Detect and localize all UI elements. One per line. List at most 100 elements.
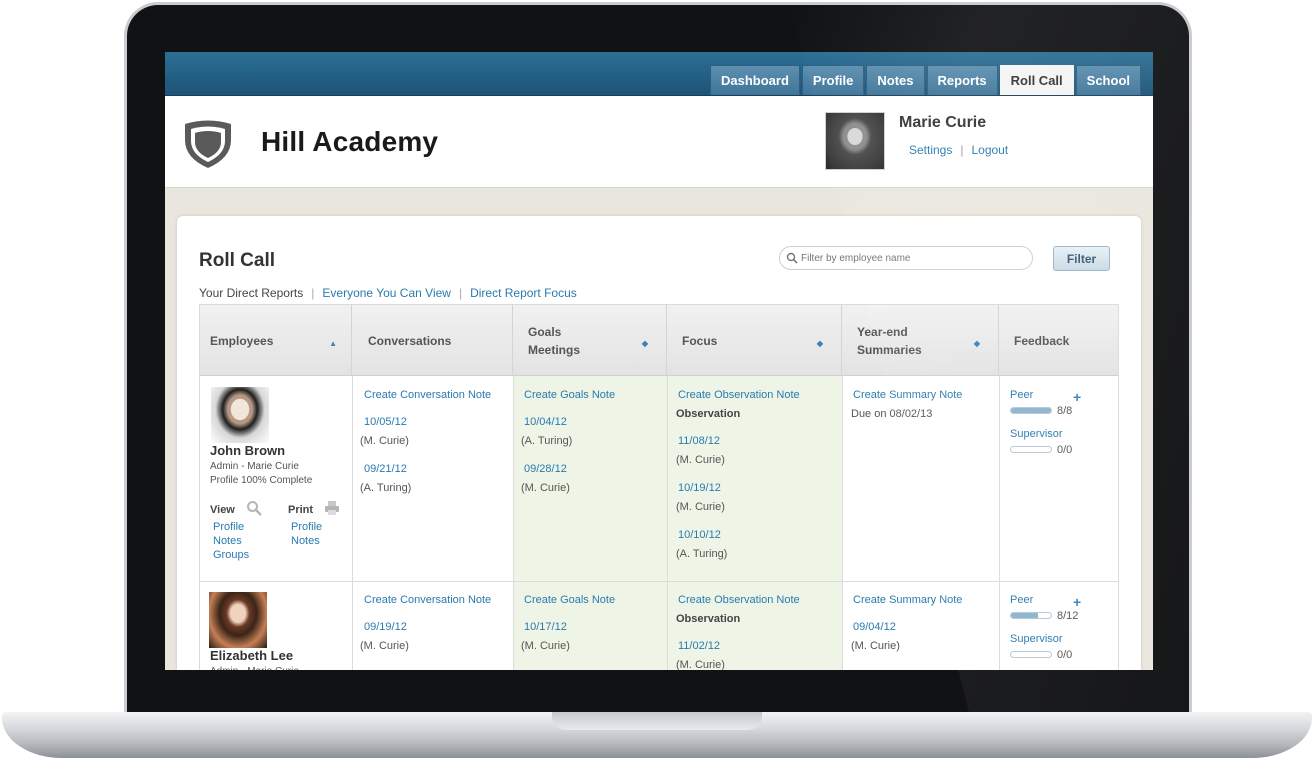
observation-date-link[interactable]: 11/02/12 <box>678 639 720 653</box>
screen: Dashboard Profile Notes Reports Roll Cal… <box>165 52 1153 670</box>
conversation-date-link[interactable]: 09/19/12 <box>364 620 407 634</box>
sort-arrow-icon[interactable]: ◆ <box>642 335 648 353</box>
employee-role: Admin - Marie Curie <box>210 461 299 472</box>
goals-date-link[interactable]: 10/04/12 <box>524 415 567 429</box>
print-profile-link[interactable]: Profile <box>291 520 322 534</box>
view-groups-link[interactable]: Groups <box>213 548 249 562</box>
view-tab-direct-reports[interactable]: Your Direct Reports <box>199 286 303 300</box>
conversation-author: (M. Curie) <box>360 435 409 447</box>
conversation-date-link[interactable]: 10/05/12 <box>364 415 407 429</box>
filter-button[interactable]: Filter <box>1053 246 1110 271</box>
view-notes-link[interactable]: Notes <box>213 534 242 548</box>
settings-link[interactable]: Settings <box>909 143 952 157</box>
shield-logo-icon <box>185 120 231 168</box>
column-header-focus[interactable]: Focus ◆ <box>667 305 842 376</box>
goals-date-link[interactable]: 09/28/12 <box>524 462 567 476</box>
observation-author: (M. Curie) <box>676 454 725 466</box>
conversation-date-link[interactable]: 09/21/12 <box>364 462 407 476</box>
user-avatar[interactable] <box>825 112 885 170</box>
column-header-conversations[interactable]: Conversations <box>352 305 513 376</box>
row-divider <box>200 581 1118 582</box>
roll-call-table: Employees ▲ Conversations Goals Meetings… <box>199 304 1119 670</box>
create-goals-note-link[interactable]: Create Goals Note <box>524 388 615 402</box>
column-header-goals-meetings[interactable]: Goals Meetings ◆ <box>513 305 667 376</box>
tab-school[interactable]: School <box>1075 65 1141 95</box>
top-nav-bar: Dashboard Profile Notes Reports Roll Cal… <box>165 52 1153 96</box>
sort-arrow-icon[interactable]: ▲ <box>329 335 337 353</box>
search-input[interactable] <box>801 252 1021 264</box>
logout-link[interactable]: Logout <box>971 143 1008 157</box>
print-label: Print <box>288 504 314 516</box>
printer-icon[interactable] <box>324 500 340 516</box>
column-divider <box>999 376 1000 670</box>
column-divider <box>513 376 514 670</box>
employee-name[interactable]: John Brown <box>210 444 285 458</box>
column-header-year-end-summaries[interactable]: Year-end Summaries ◆ <box>842 305 999 376</box>
observation-label: Observation <box>676 408 741 420</box>
tab-dashboard[interactable]: Dashboard <box>710 65 800 95</box>
employee-avatar[interactable] <box>209 592 267 648</box>
supervisor-feedback-link[interactable]: Supervisor <box>1010 427 1063 441</box>
plus-icon[interactable]: + <box>1073 594 1081 610</box>
create-summary-note-link[interactable]: Create Summary Note <box>853 388 962 402</box>
create-summary-note-link[interactable]: Create Summary Note <box>853 593 962 607</box>
print-notes-link[interactable]: Notes <box>291 534 320 548</box>
link-separator: | <box>960 143 964 157</box>
summary-due-date: Due on 08/02/13 <box>851 408 933 420</box>
column-header-employees[interactable]: Employees ▲ <box>200 305 352 376</box>
observation-date-link[interactable]: 11/08/12 <box>678 434 720 448</box>
create-observation-note-link[interactable]: Create Observation Note <box>678 388 800 402</box>
peer-progress-fill <box>1011 408 1051 413</box>
tab-reports[interactable]: Reports <box>926 65 998 95</box>
magnifier-icon[interactable] <box>246 500 262 516</box>
profile-status: Profile 100% Complete <box>210 475 313 486</box>
column-header-feedback[interactable]: Feedback <box>999 305 1118 376</box>
supervisor-feedback-link[interactable]: Supervisor <box>1010 632 1063 646</box>
laptop-notch <box>552 712 762 730</box>
column-divider <box>667 376 668 670</box>
observation-label: Observation <box>676 613 741 625</box>
sort-arrow-icon[interactable]: ◆ <box>817 335 823 353</box>
nav-tabs: Dashboard Profile Notes Reports Roll Cal… <box>710 65 1141 95</box>
peer-progress-bar <box>1010 612 1052 619</box>
tab-notes[interactable]: Notes <box>866 65 925 95</box>
create-goals-note-link[interactable]: Create Goals Note <box>524 593 615 607</box>
table-header: Employees ▲ Conversations Goals Meetings… <box>200 305 1118 376</box>
view-profile-link[interactable]: Profile <box>213 520 244 534</box>
peer-progress-fill <box>1011 613 1038 618</box>
peer-feedback-link[interactable]: Peer <box>1010 388 1033 402</box>
view-tab-direct-report-focus[interactable]: Direct Report Focus <box>470 286 577 300</box>
employee-avatar[interactable] <box>211 387 269 443</box>
peer-feedback-link[interactable]: Peer <box>1010 593 1033 607</box>
supervisor-progress-bar <box>1010 651 1052 658</box>
view-label: View <box>210 504 235 516</box>
view-tab-separator: | <box>311 286 315 300</box>
user-links: Settings | Logout <box>909 143 1008 157</box>
column-divider <box>842 376 843 670</box>
school-name: Hill Academy <box>261 126 439 157</box>
conversation-author: (M. Curie) <box>360 640 409 652</box>
column-divider <box>352 376 353 670</box>
create-observation-note-link[interactable]: Create Observation Note <box>678 593 800 607</box>
summary-date-link[interactable]: 09/04/12 <box>853 620 896 634</box>
site-header: Hill Academy Marie Curie Settings | Logo… <box>165 96 1153 188</box>
tab-profile[interactable]: Profile <box>801 65 865 95</box>
observation-date-link[interactable]: 10/19/12 <box>678 481 721 495</box>
goals-author: (M. Curie) <box>521 482 570 494</box>
view-tab-everyone[interactable]: Everyone You Can View <box>322 286 451 300</box>
observation-author: (M. Curie) <box>676 501 725 513</box>
observation-date-link[interactable]: 10/10/12 <box>678 528 721 542</box>
observation-author: (M. Curie) <box>676 659 725 670</box>
plus-icon[interactable]: + <box>1073 389 1081 405</box>
supervisor-count: 0/0 <box>1057 649 1073 661</box>
sort-arrow-icon[interactable]: ◆ <box>974 335 980 353</box>
create-conversation-note-link[interactable]: Create Conversation Note <box>364 593 491 607</box>
goals-author: (A. Turing) <box>521 435 573 447</box>
employee-name[interactable]: Elizabeth Lee <box>210 649 293 663</box>
employee-role: Admin - Marie Curie <box>210 665 299 670</box>
goals-date-link[interactable]: 10/17/12 <box>524 620 567 634</box>
user-name: Marie Curie <box>899 114 987 131</box>
search-box[interactable] <box>779 246 1033 270</box>
tab-roll-call[interactable]: Roll Call <box>999 65 1074 95</box>
create-conversation-note-link[interactable]: Create Conversation Note <box>364 388 491 402</box>
